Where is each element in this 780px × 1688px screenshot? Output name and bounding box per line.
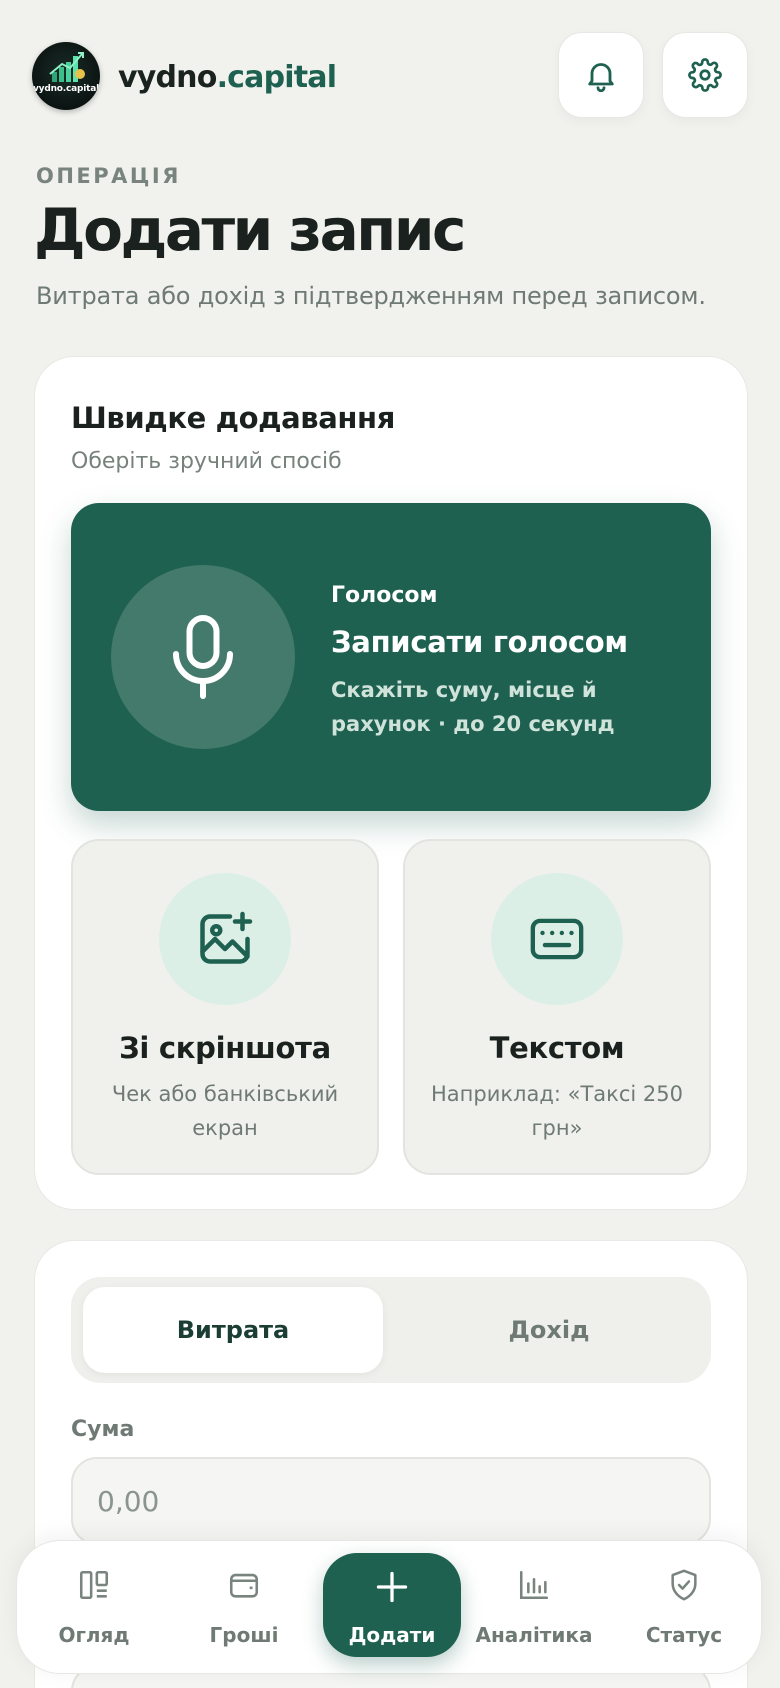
tab-income[interactable]: Дохід bbox=[399, 1287, 699, 1373]
gear-icon bbox=[688, 58, 722, 92]
keyboard-icon bbox=[530, 918, 584, 960]
nav-icon-wrap bbox=[469, 1565, 599, 1605]
dashboard-icon bbox=[79, 1570, 109, 1600]
voice-icon-circle bbox=[111, 565, 295, 749]
text-input-button[interactable]: Текстом Наприклад: «Таксі 250 грн» bbox=[403, 839, 711, 1175]
text-description: Наприклад: «Таксі 250 грн» bbox=[431, 1082, 683, 1140]
screenshot-title: Зі скріншота bbox=[119, 1031, 331, 1065]
nav-item-money[interactable]: Гроші bbox=[179, 1541, 309, 1675]
quick-add-card: Швидке додавання Оберіть зручний спосіб … bbox=[34, 356, 748, 1210]
tab-expense[interactable]: Витрата bbox=[83, 1287, 383, 1373]
logo-text: vydno.capital bbox=[33, 84, 99, 94]
nav-icon-wrap bbox=[29, 1565, 159, 1605]
bar-chart-icon bbox=[519, 1570, 549, 1600]
nav-label-analytics: Аналітика bbox=[475, 1623, 593, 1647]
settings-button[interactable] bbox=[662, 32, 748, 118]
nav-label-money: Гроші bbox=[209, 1623, 279, 1647]
nav-item-analytics[interactable]: Аналітика bbox=[469, 1541, 599, 1675]
nav-icon-wrap bbox=[619, 1565, 749, 1605]
brand-logo[interactable]: vydno.capital bbox=[32, 42, 100, 110]
text-title: Текстом bbox=[489, 1031, 625, 1065]
plus-icon bbox=[376, 1571, 408, 1603]
quick-add-title: Швидке додавання bbox=[71, 401, 395, 435]
amount-label: Сума bbox=[71, 1417, 135, 1442]
nav-icon-wrap bbox=[323, 1567, 461, 1607]
brand-name-accent: .capital bbox=[216, 60, 337, 95]
nav-label-status: Статус bbox=[645, 1623, 723, 1647]
voice-record-button[interactable]: Голосом Записати голосом Скажіть суму, м… bbox=[71, 503, 711, 811]
screenshot-description: Чек або банківський екран bbox=[111, 1082, 339, 1140]
nav-item-overview[interactable]: Огляд bbox=[29, 1541, 159, 1675]
brand-name-main: vydno bbox=[118, 60, 217, 95]
voice-title: Записати голосом bbox=[331, 625, 628, 659]
bottom-navigation: Огляд Гроші Додати Аналітика Статус bbox=[16, 1540, 762, 1674]
notifications-button[interactable] bbox=[558, 32, 644, 118]
screenshot-import-button[interactable]: Зі скріншота Чек або банківський екран bbox=[71, 839, 379, 1175]
shield-check-icon bbox=[671, 1569, 697, 1601]
image-add-icon bbox=[200, 911, 253, 964]
type-segmented-control: Витрата Дохід bbox=[71, 1277, 711, 1383]
nav-item-add[interactable]: Додати bbox=[323, 1553, 461, 1657]
nav-icon-wrap bbox=[179, 1565, 309, 1605]
microphone-icon bbox=[173, 615, 233, 699]
voice-description: Скажіть суму, місце й рахунок · до 20 се… bbox=[331, 678, 615, 736]
page-eyebrow: ОПЕРАЦІЯ bbox=[36, 164, 181, 188]
screenshot-icon-circle bbox=[159, 873, 291, 1005]
text-icon-circle bbox=[491, 873, 623, 1005]
voice-label: Голосом bbox=[331, 583, 438, 608]
quick-add-subtitle: Оберіть зручний спосіб bbox=[71, 449, 342, 474]
amount-input[interactable] bbox=[71, 1457, 711, 1545]
growth-chart-icon bbox=[49, 52, 85, 82]
nav-item-status[interactable]: Статус bbox=[619, 1541, 749, 1675]
nav-label-overview: Огляд bbox=[58, 1623, 130, 1647]
page-subtitle: Витрата або дохід з підтвердженням перед… bbox=[36, 282, 706, 310]
bell-icon bbox=[588, 63, 614, 93]
page-title: Додати запис bbox=[34, 196, 466, 264]
nav-label-add: Додати bbox=[348, 1623, 436, 1647]
app-header: vydno.capital vydno.capital bbox=[32, 32, 748, 120]
wallet-icon bbox=[229, 1573, 259, 1598]
brand-name: vydno.capital bbox=[118, 60, 337, 95]
